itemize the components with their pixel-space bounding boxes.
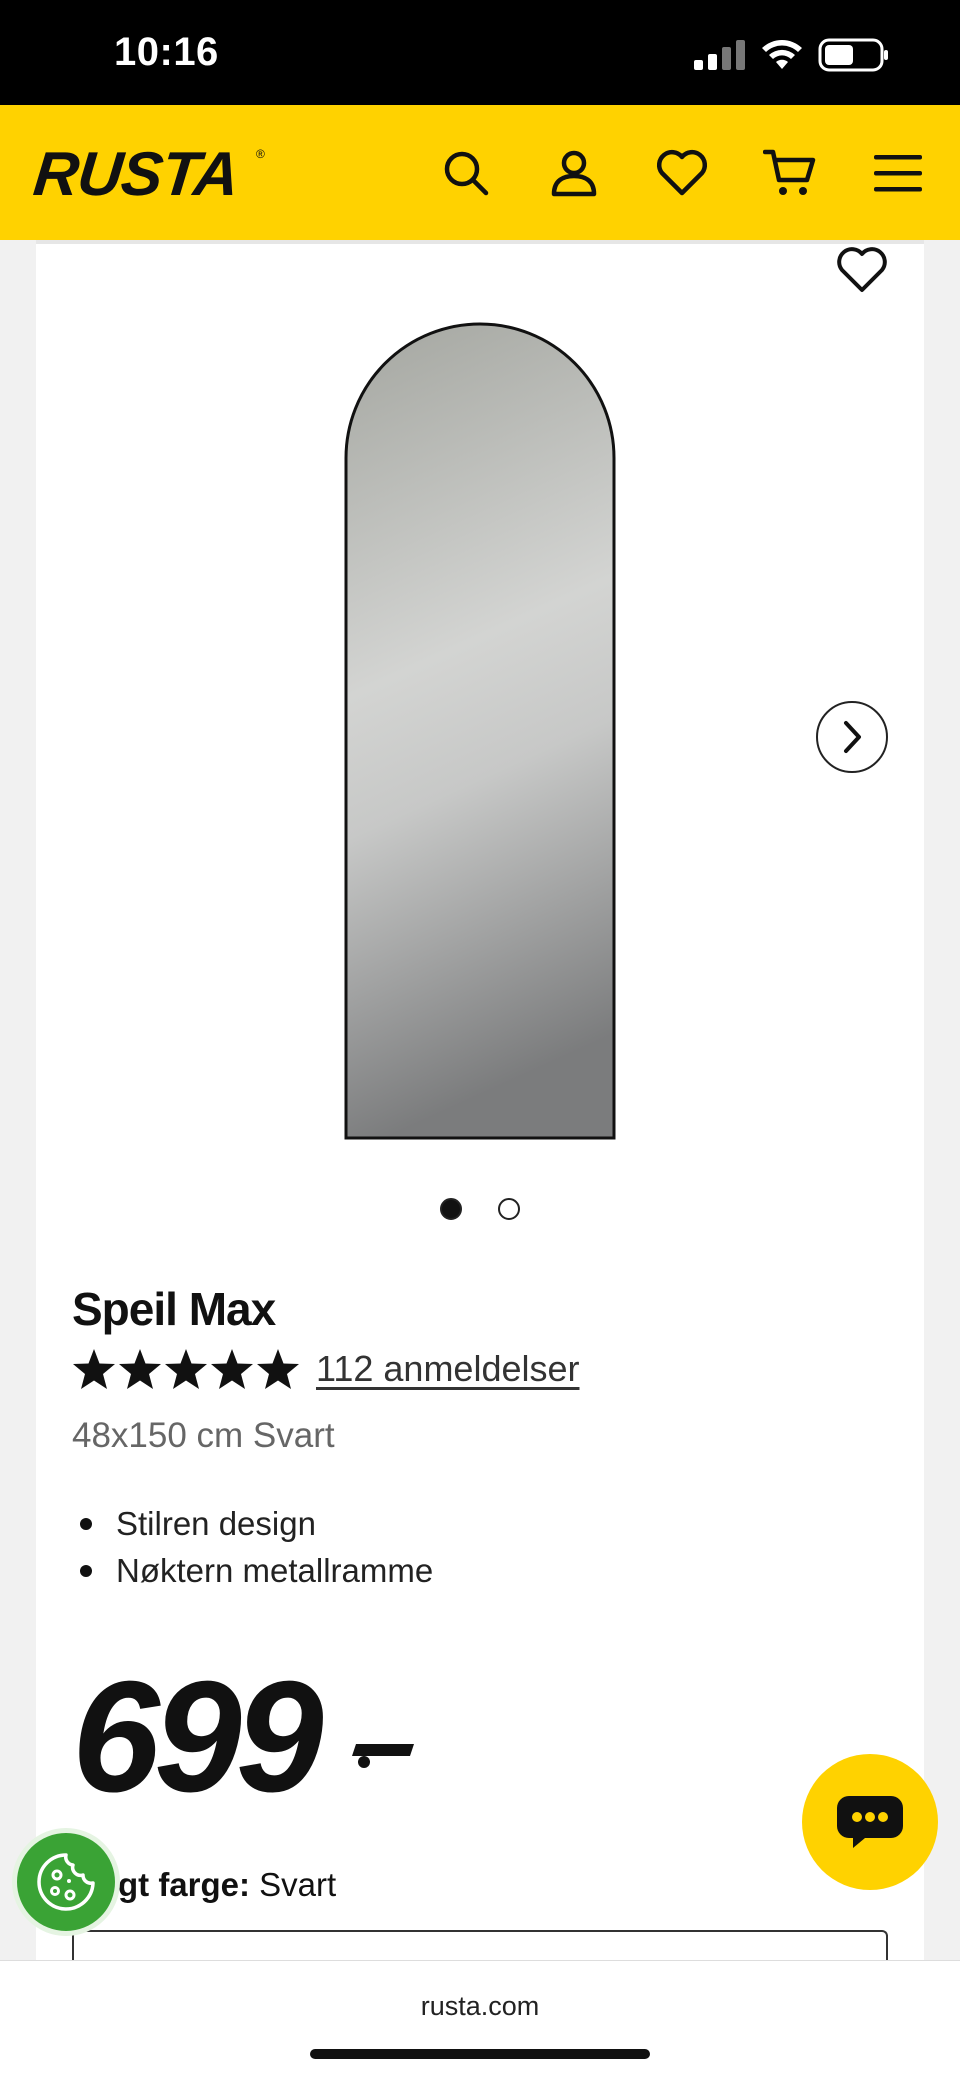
chevron-right-icon <box>844 721 861 753</box>
add-to-favorites-button[interactable] <box>836 244 888 296</box>
search-icon[interactable] <box>438 145 494 201</box>
home-indicator[interactable] <box>310 2049 650 2059</box>
chat-icon <box>837 1796 903 1848</box>
browser-bar: rusta.com <box>0 1960 960 2077</box>
status-bar: 10:16 <box>0 0 960 105</box>
cookie-settings-button[interactable] <box>12 1828 120 1936</box>
heart-icon[interactable] <box>654 145 710 201</box>
logo-registered-mark: ® <box>256 147 265 161</box>
feature-item: Stilren design <box>72 1500 433 1547</box>
user-icon[interactable] <box>546 145 602 201</box>
product-subtitle: 48x150 cm Svart <box>72 1416 335 1455</box>
cart-icon[interactable] <box>762 145 818 201</box>
product-rating: 112 anmeldelser <box>72 1348 580 1390</box>
star-icon <box>165 1349 207 1389</box>
card-top-edge <box>36 240 924 244</box>
gallery-pagination <box>440 1198 520 1220</box>
battery-icon <box>818 38 888 72</box>
status-icons <box>694 38 890 72</box>
color-select-label: gt farge: Svart <box>118 1866 336 1904</box>
price-dash-mark <box>352 1744 414 1768</box>
status-time: 10:16 <box>114 30 219 74</box>
gallery-dot-2[interactable] <box>498 1198 520 1220</box>
rusta-logo[interactable]: RUSTA <box>30 139 241 210</box>
menu-icon[interactable] <box>870 145 926 201</box>
color-value: Svart <box>259 1866 337 1903</box>
feature-item: Nøktern metallramme <box>72 1547 433 1594</box>
color-label-prefix: gt farge: <box>118 1866 250 1903</box>
star-icon <box>257 1349 299 1389</box>
star-icon <box>211 1349 253 1389</box>
reviews-link[interactable]: 112 anmeldelser <box>316 1348 580 1390</box>
url-label[interactable]: rusta.com <box>0 1991 960 2022</box>
next-image-button[interactable] <box>816 701 888 773</box>
star-rating <box>72 1348 300 1390</box>
gallery-dot-1[interactable] <box>440 1198 462 1220</box>
heart-icon <box>837 247 887 292</box>
site-header: RUSTA ® <box>0 105 960 240</box>
product-image-mirror[interactable] <box>342 322 618 1142</box>
cookie-icon <box>37 1853 95 1911</box>
product-features: Stilren design Nøktern metallramme <box>72 1500 433 1594</box>
product-price: 699 <box>72 1649 324 1825</box>
star-icon <box>73 1349 115 1389</box>
product-title: Speil Max <box>72 1283 276 1335</box>
star-icon <box>119 1349 161 1389</box>
wifi-icon <box>762 40 802 69</box>
chat-button[interactable] <box>802 1754 938 1890</box>
signal-icon <box>694 40 745 70</box>
